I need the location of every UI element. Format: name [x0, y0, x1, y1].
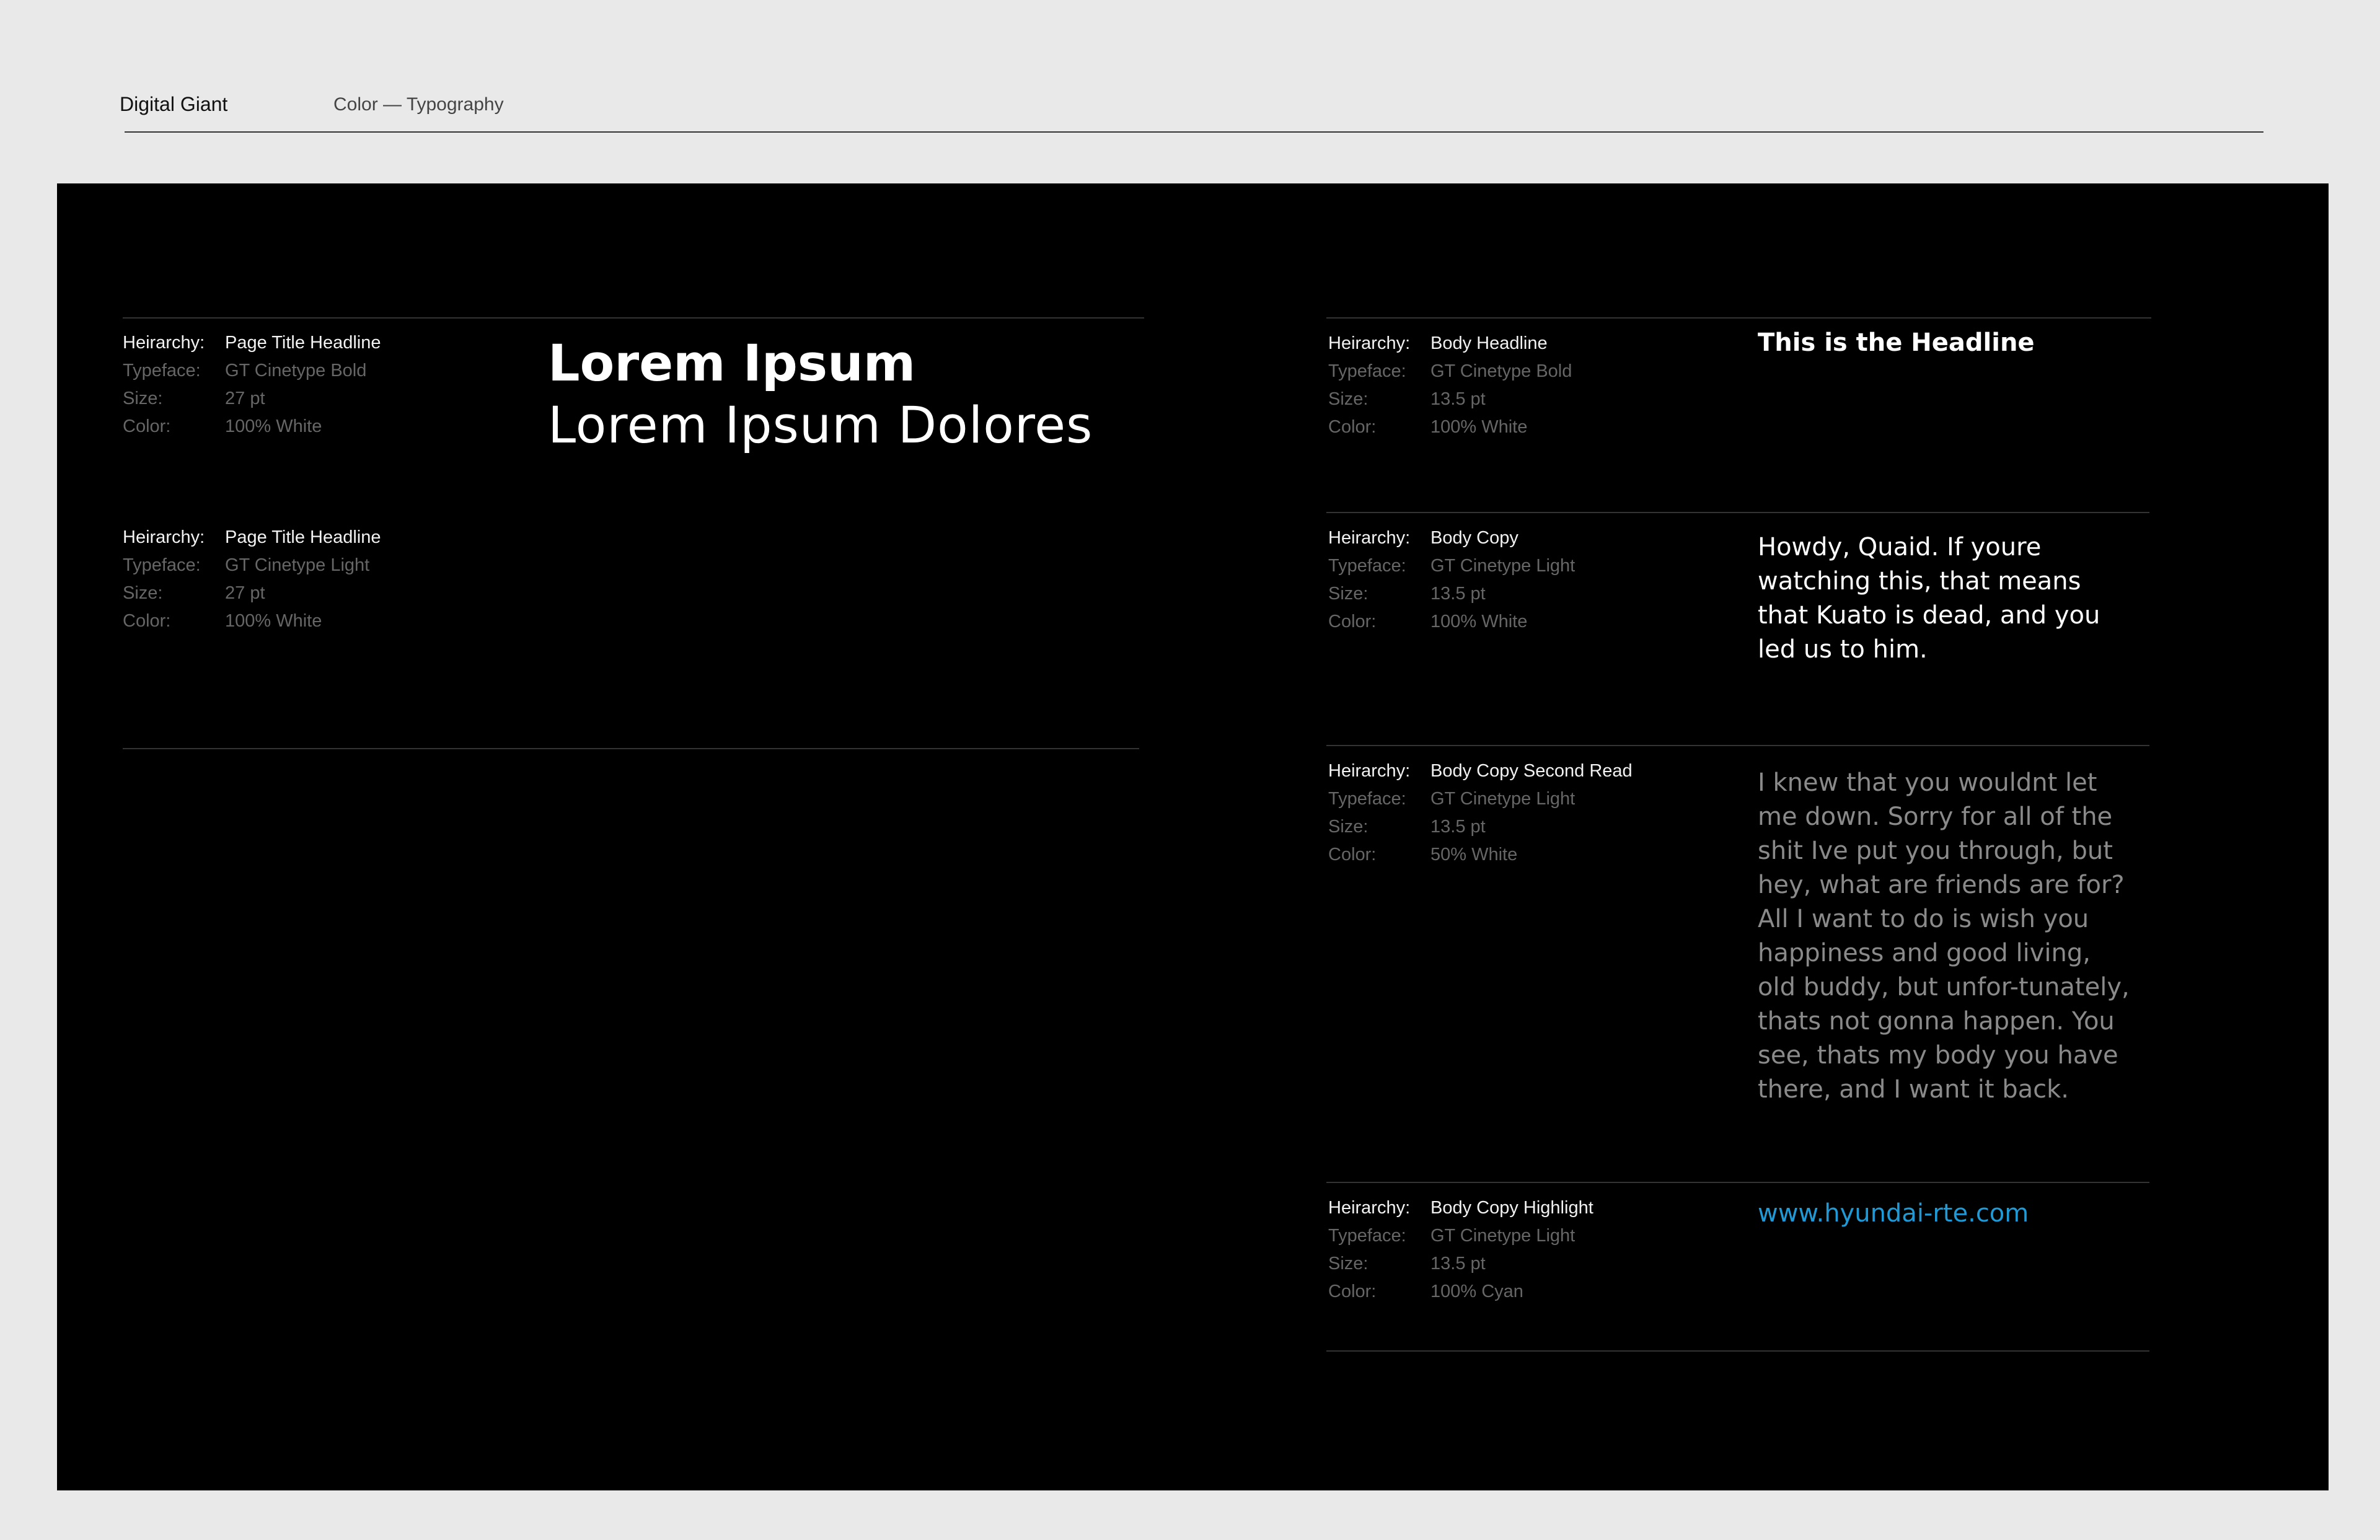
spec-block: Heirarchy: Body Copy Typeface: GT Cinetype… [1328, 524, 1575, 636]
spec-size: 13.5 pt [1430, 584, 1486, 604]
spec-color: 100% White [1430, 612, 1528, 631]
sample-title-light: Lorem Ipsum Dolores [548, 397, 1093, 455]
divider [1326, 317, 2151, 319]
spec-hierarchy: Body Copy Second Read [1430, 761, 1633, 781]
spec-label: Size: [1328, 1254, 1368, 1274]
spec-color: 100% White [225, 416, 322, 436]
spec-color: 100% White [1430, 417, 1528, 437]
sample-body-copy: Howdy, Quaid. If youre watching this, th… [1758, 533, 2100, 664]
spec-label: Typeface: [1328, 1226, 1406, 1246]
spec-color: 50% White [1430, 845, 1518, 865]
spec-label: Color: [123, 611, 171, 631]
spec-size: 13.5 pt [1430, 1254, 1486, 1274]
sample-title-bold: Lorem Ipsum [548, 335, 916, 393]
spec-size: 13.5 pt [1430, 817, 1486, 837]
spec-label: Size: [123, 583, 163, 603]
spec-color: 100% White [225, 611, 322, 631]
spec-label: Color: [123, 416, 171, 436]
spec-label: Size: [1328, 584, 1368, 604]
divider [123, 317, 1144, 319]
spec-label: Heirarchy: [1328, 761, 1411, 781]
sample-body-copy-second-read: I knew that you wouldnt let me down. Sor… [1758, 768, 2130, 1104]
spec-label: Size: [123, 389, 163, 408]
spec-hierarchy: Body Headline [1430, 333, 1548, 353]
spec-typeface: GT Cinetype Light [225, 555, 370, 575]
spec-color: 100% Cyan [1430, 1282, 1523, 1301]
spec-block: Heirarchy: Body Headline Typeface: GT Cine… [1328, 330, 1572, 441]
spec-label: Typeface: [123, 361, 201, 381]
spec-block: Heirarchy: Body Copy Highlight Typeface: G… [1328, 1194, 1593, 1306]
spec-block: Heirarchy: Page Title Headline Typeface: G… [123, 329, 381, 441]
spec-label: Color: [1328, 417, 1377, 437]
section-title: Color — Typography [333, 94, 504, 115]
spec-label: Typeface: [123, 555, 201, 575]
spec-label: Heirarchy: [1328, 333, 1411, 353]
spec-typeface: GT Cinetype Bold [1430, 361, 1572, 381]
spec-label: Color: [1328, 1282, 1377, 1301]
spec-hierarchy: Body Copy Highlight [1430, 1198, 1593, 1218]
spec-block: Heirarchy: Body Copy Second Read Typeface… [1328, 757, 1633, 869]
spec-typeface: GT Cinetype Bold [225, 361, 367, 381]
spec-label: Typeface: [1328, 556, 1406, 576]
spec-label: Heirarchy: [1328, 528, 1411, 548]
spec-label: Size: [1328, 817, 1368, 837]
spec-label: Typeface: [1328, 361, 1406, 381]
header-divider [125, 131, 2263, 133]
spec-label: Color: [1328, 845, 1377, 865]
spec-size: 13.5 pt [1430, 389, 1486, 409]
spec-label: Color: [1328, 612, 1377, 631]
spec-typeface: GT Cinetype Light [1430, 556, 1576, 576]
spec-label: Heirarchy: [123, 527, 205, 547]
spec-typeface: GT Cinetype Light [1430, 789, 1576, 809]
brand-name: Digital Giant [120, 93, 228, 115]
spec-typeface: GT Cinetype Light [1430, 1226, 1576, 1246]
divider [1326, 512, 2149, 513]
spec-hierarchy: Body Copy [1430, 528, 1518, 548]
divider [123, 748, 1139, 749]
spec-label: Heirarchy: [1328, 1198, 1411, 1218]
spec-hierarchy: Page Title Headline [225, 333, 381, 353]
spec-size: 27 pt [225, 583, 265, 603]
divider [1326, 1182, 2149, 1183]
divider [1326, 745, 2149, 746]
spec-label: Size: [1328, 389, 1368, 409]
spec-label: Heirarchy: [123, 333, 205, 353]
spec-size: 27 pt [225, 389, 265, 408]
sample-body-headline: This is the Headline [1758, 328, 2035, 357]
divider [1326, 1350, 2149, 1352]
spec-hierarchy: Page Title Headline [225, 527, 381, 547]
spec-label: Typeface: [1328, 789, 1406, 809]
sample-highlight-link[interactable]: www.hyundai-rte.com [1758, 1199, 2029, 1228]
spec-block: Heirarchy: Page Title Headline Typeface: G… [123, 524, 381, 635]
